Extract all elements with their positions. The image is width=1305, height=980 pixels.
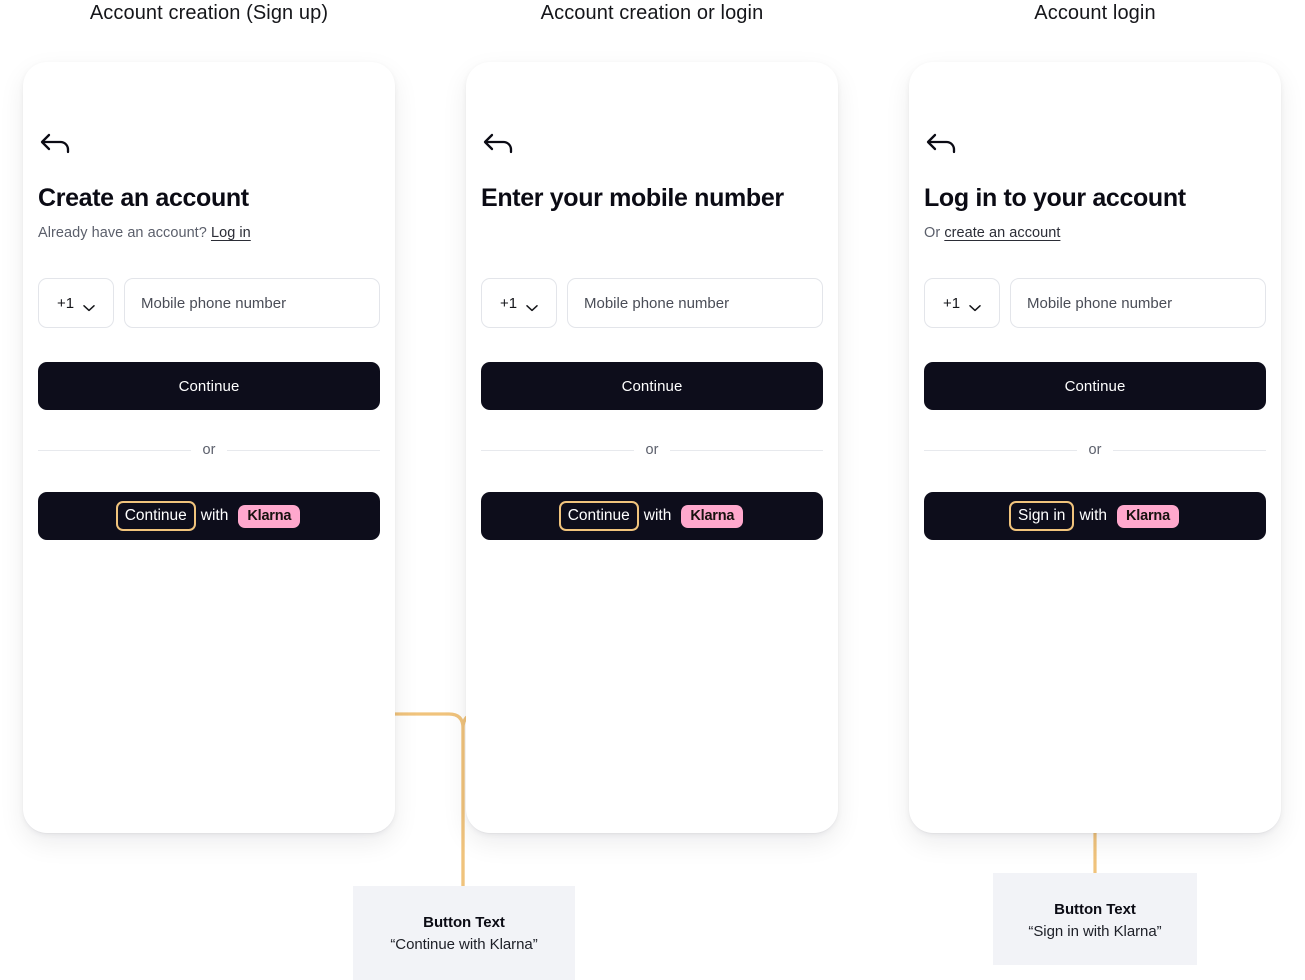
klarna-verb-highlight: Continue	[115, 501, 196, 531]
continue-button-label: Continue	[621, 377, 683, 395]
klarna-with-word: with	[200, 507, 229, 524]
continue-button-label: Continue	[1064, 377, 1126, 395]
page-title: Log in to your account	[924, 184, 1186, 212]
chevron-down-icon	[83, 299, 95, 312]
divider-rule-left	[924, 449, 1077, 451]
phone-number-input[interactable]: Mobile phone number	[124, 278, 380, 328]
phone-entry-row: +1 Mobile phone number	[38, 278, 380, 328]
subtitle-link[interactable]: create an account	[944, 225, 1060, 241]
divider-label: or	[645, 442, 659, 458]
annotation-title: Button Text	[423, 914, 505, 931]
column-header-signup: Account creation (Sign up)	[89, 2, 329, 24]
continue-button[interactable]: Continue	[38, 362, 380, 410]
klarna-button[interactable]: Continue with Klarna	[38, 492, 380, 540]
or-divider: or	[38, 440, 380, 460]
subtitle-prefix: Or	[924, 225, 941, 241]
arrow-left-icon[interactable]	[924, 130, 960, 162]
country-code-select[interactable]: +1	[38, 278, 114, 328]
annotation-value: “Continue with Klarna”	[390, 936, 538, 953]
klarna-logo: Klarna	[1117, 504, 1179, 528]
column-header-creation-or-login: Account creation or login	[540, 2, 764, 24]
divider-label: or	[1088, 442, 1102, 458]
continue-button[interactable]: Continue	[481, 362, 823, 410]
klarna-with-word: with	[643, 507, 672, 524]
phone-number-input[interactable]: Mobile phone number	[1010, 278, 1266, 328]
country-code-select[interactable]: +1	[924, 278, 1000, 328]
continue-button-label: Continue	[178, 377, 240, 395]
subtitle-link[interactable]: Log in	[211, 225, 251, 241]
annotation-title: Button Text	[1054, 901, 1136, 918]
phone-number-input[interactable]: Mobile phone number	[567, 278, 823, 328]
arrow-left-icon[interactable]	[481, 130, 517, 162]
klarna-button-label: Sign in with Klarna	[1009, 501, 1179, 531]
phone-entry-row: +1 Mobile phone number	[924, 278, 1266, 328]
phone-number-placeholder: Mobile phone number	[1027, 294, 1173, 312]
flow-diagram-canvas: Account creation (Sign up) Account creat…	[0, 0, 1305, 980]
annotation-box-signin: Button Text “Sign in with Klarna”	[993, 873, 1197, 965]
country-code-value: +1	[56, 294, 75, 312]
divider-rule-left	[481, 449, 634, 451]
klarna-button[interactable]: Continue with Klarna	[481, 492, 823, 540]
annotation-value: “Sign in with Klarna”	[1028, 923, 1162, 940]
screen-card-login: Log in to your account Or create an acco…	[909, 62, 1281, 833]
or-divider: or	[481, 440, 823, 460]
screen-card-signup: Create an account Already have an accoun…	[23, 62, 395, 833]
screen-card-creation-or-login: Enter your mobile number +1 Mobile phone…	[466, 62, 838, 833]
page-title: Enter your mobile number	[481, 184, 784, 212]
klarna-button[interactable]: Sign in with Klarna	[924, 492, 1266, 540]
continue-button[interactable]: Continue	[924, 362, 1266, 410]
phone-entry-row: +1 Mobile phone number	[481, 278, 823, 328]
arrow-left-icon[interactable]	[38, 130, 74, 162]
divider-rule-right	[1113, 449, 1266, 451]
klarna-logo: Klarna	[238, 504, 301, 528]
country-code-value: +1	[499, 294, 518, 312]
divider-label: or	[202, 442, 216, 458]
klarna-verb-highlight: Sign in	[1009, 501, 1075, 531]
phone-number-placeholder: Mobile phone number	[141, 294, 287, 312]
subtitle-prefix: Already have an account?	[38, 225, 207, 241]
klarna-verb-highlight: Continue	[558, 501, 639, 531]
divider-rule-right	[227, 449, 380, 451]
phone-number-placeholder: Mobile phone number	[584, 294, 730, 312]
klarna-logo: Klarna	[681, 504, 744, 528]
subtitle: Already have an account? Log in	[38, 223, 251, 243]
divider-rule-left	[38, 449, 191, 451]
annotation-box-continue: Button Text “Continue with Klarna”	[353, 886, 575, 980]
country-code-value: +1	[942, 294, 961, 312]
page-title: Create an account	[38, 184, 249, 212]
subtitle: Or create an account	[924, 223, 1060, 243]
chevron-down-icon	[969, 299, 981, 312]
country-code-select[interactable]: +1	[481, 278, 557, 328]
column-header-login: Account login	[1034, 2, 1156, 24]
or-divider: or	[924, 440, 1266, 460]
chevron-down-icon	[526, 299, 538, 312]
klarna-button-label: Continue with Klarna	[115, 501, 301, 531]
klarna-button-label: Continue with Klarna	[558, 501, 744, 531]
divider-rule-right	[670, 449, 823, 451]
klarna-with-word: with	[1079, 507, 1108, 524]
